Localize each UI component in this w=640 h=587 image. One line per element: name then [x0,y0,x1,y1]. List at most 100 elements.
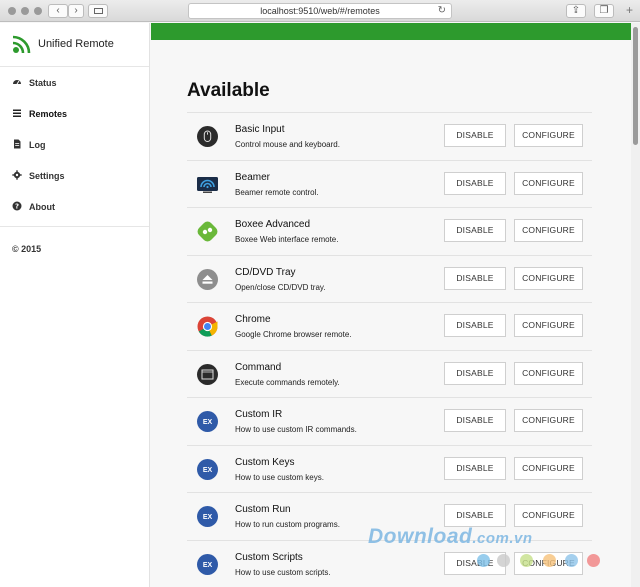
back-button[interactable]: ‹ [48,4,68,18]
configure-button[interactable]: CONFIGURE [514,219,583,242]
svg-text:?: ? [15,203,19,211]
zoom-window-icon[interactable] [34,7,42,15]
remote-name: Custom Run [235,504,291,515]
configure-button[interactable]: CONFIGURE [514,456,583,480]
remote-row-cd-dvd-tray: CD/DVD Tray Open/close CD/DVD tray. DISABL… [187,256,592,303]
minimize-window-icon[interactable] [21,7,29,15]
sidebar-toggle-button[interactable] [88,4,108,18]
remote-name: Basic Input [235,124,285,135]
sidebar-item-settings[interactable]: Settings [0,160,149,191]
ex-icon: EX [197,506,218,527]
configure-button[interactable]: CONFIGURE [514,171,583,195]
eject-icon [197,268,218,290]
sidebar-item-label: Status [29,78,57,88]
watermark-dot [520,554,533,567]
boxee-icon [197,221,218,242]
sidebar-item-status[interactable]: Status [0,67,149,98]
sidebar-item-label: About [29,202,55,212]
watermark: Download.com.vn [368,525,533,549]
svg-text:EX: EX [203,562,213,569]
ex-icon: EX [197,411,218,432]
chrome-icon [197,316,218,337]
ex-icon: EX [197,553,218,575]
remotes-panel: Available Basic Input Control mouse and k… [151,23,631,587]
ex-icon: EX [197,458,218,480]
page-title: Available [187,80,270,101]
disable-button[interactable]: DISABLE [444,266,506,290]
sidebar-item-log[interactable]: Log [0,129,149,160]
remote-description: Boxee Web interface remote. [235,235,339,244]
sidebar-item-label: Log [29,140,46,150]
list-icon [13,109,21,117]
disable-button[interactable]: DISABLE [444,124,506,147]
file-icon [14,139,21,149]
unified-remote-logo-icon [12,35,31,54]
remote-row-basic-input: Basic Input Control mouse and keyboard. DI… [187,113,592,161]
svg-text:EX: EX [203,514,213,521]
remote-name: Boxee Advanced [235,219,311,230]
remote-description: Google Chrome browser remote. [235,330,352,339]
remote-row-chrome: Chrome Google Chrome browser remote. DISAB… [187,303,592,351]
remote-name: CD/DVD Tray [235,266,296,278]
watermark-dot [497,554,510,567]
mouse-icon [197,126,218,147]
reload-icon[interactable]: ↻ [438,4,446,18]
remote-description: Beamer remote control. [235,187,319,197]
sidebar: Unified Remote Status Remotes Log Settin… [0,23,150,587]
remote-description: How to use custom keys. [235,472,324,482]
question-icon: ? [12,201,22,211]
remote-name: Custom Scripts [235,551,303,563]
app-name: Unified Remote [38,38,114,50]
remote-name: Command [235,361,282,373]
disable-button[interactable]: DISABLE [444,219,506,242]
chevron-right-icon: › [74,5,78,16]
remote-description: How to use custom IR commands. [235,425,357,434]
remote-description: How to run custom programs. [235,520,340,529]
sidebar-icon [94,8,103,14]
watermark-tld: .com.vn [472,530,533,547]
configure-button[interactable]: CONFIGURE [514,124,583,147]
disable-button[interactable]: DISABLE [444,504,506,527]
remote-row-boxee-advanced: Boxee Advanced Boxee Web interface remote… [187,208,592,256]
configure-button[interactable]: CONFIGURE [514,409,583,432]
disable-button[interactable]: DISABLE [444,171,506,195]
disable-button[interactable]: DISABLE [444,409,506,432]
copyright: © 2015 [12,244,42,254]
configure-button[interactable]: CONFIGURE [514,361,583,385]
remote-description: Open/close CD/DVD tray. [235,282,326,292]
sidebar-menu: Status Remotes Log Settings ? About [0,67,149,227]
tabs-overview-button[interactable]: ❐ [594,4,614,18]
disable-button[interactable]: DISABLE [444,456,506,480]
share-icon: ⇪ [571,5,581,16]
close-window-icon[interactable] [8,7,16,15]
svg-text:EX: EX [203,467,213,474]
share-button[interactable]: ⇪ [566,4,586,18]
brand: Unified Remote [0,23,149,67]
forward-button[interactable]: › [68,4,84,18]
address-bar[interactable]: localhost:9510/web/#/remotes ↻ [188,3,452,19]
remote-description: How to use custom scripts. [235,567,331,577]
disable-button[interactable]: DISABLE [444,361,506,385]
beamer-icon [197,174,218,195]
url-text: localhost:9510/web/#/remotes [260,6,380,16]
remote-name: Custom Keys [235,456,295,468]
watermark-dot [543,554,556,567]
sidebar-item-label: Remotes [29,109,68,119]
sidebar-item-about[interactable]: ? About [0,191,149,222]
remote-row-custom-keys: EX Custom Keys How to use custom keys. DISA… [187,446,592,493]
remote-name: Custom IR [235,409,283,420]
scrollbar[interactable] [631,23,640,587]
disable-button[interactable]: DISABLE [444,314,506,337]
configure-button[interactable]: CONFIGURE [514,314,583,337]
watermark-dot [477,554,490,567]
remote-row-beamer: Beamer Beamer remote control. DISABLE CONFI… [187,161,592,208]
svg-text:EX: EX [203,419,213,426]
new-tab-icon[interactable]: + [626,4,633,16]
remote-row-command: Command Execute commands remotely. DISABLE… [187,351,592,398]
sidebar-item-remotes[interactable]: Remotes [0,98,149,129]
configure-button[interactable]: CONFIGURE [514,504,583,527]
scrollbar-thumb[interactable] [633,27,638,145]
gear-icon [12,170,22,180]
configure-button[interactable]: CONFIGURE [514,266,583,290]
browser-toolbar: ‹ › localhost:9510/web/#/remotes ↻ ⇪ ❐ + [0,0,640,22]
